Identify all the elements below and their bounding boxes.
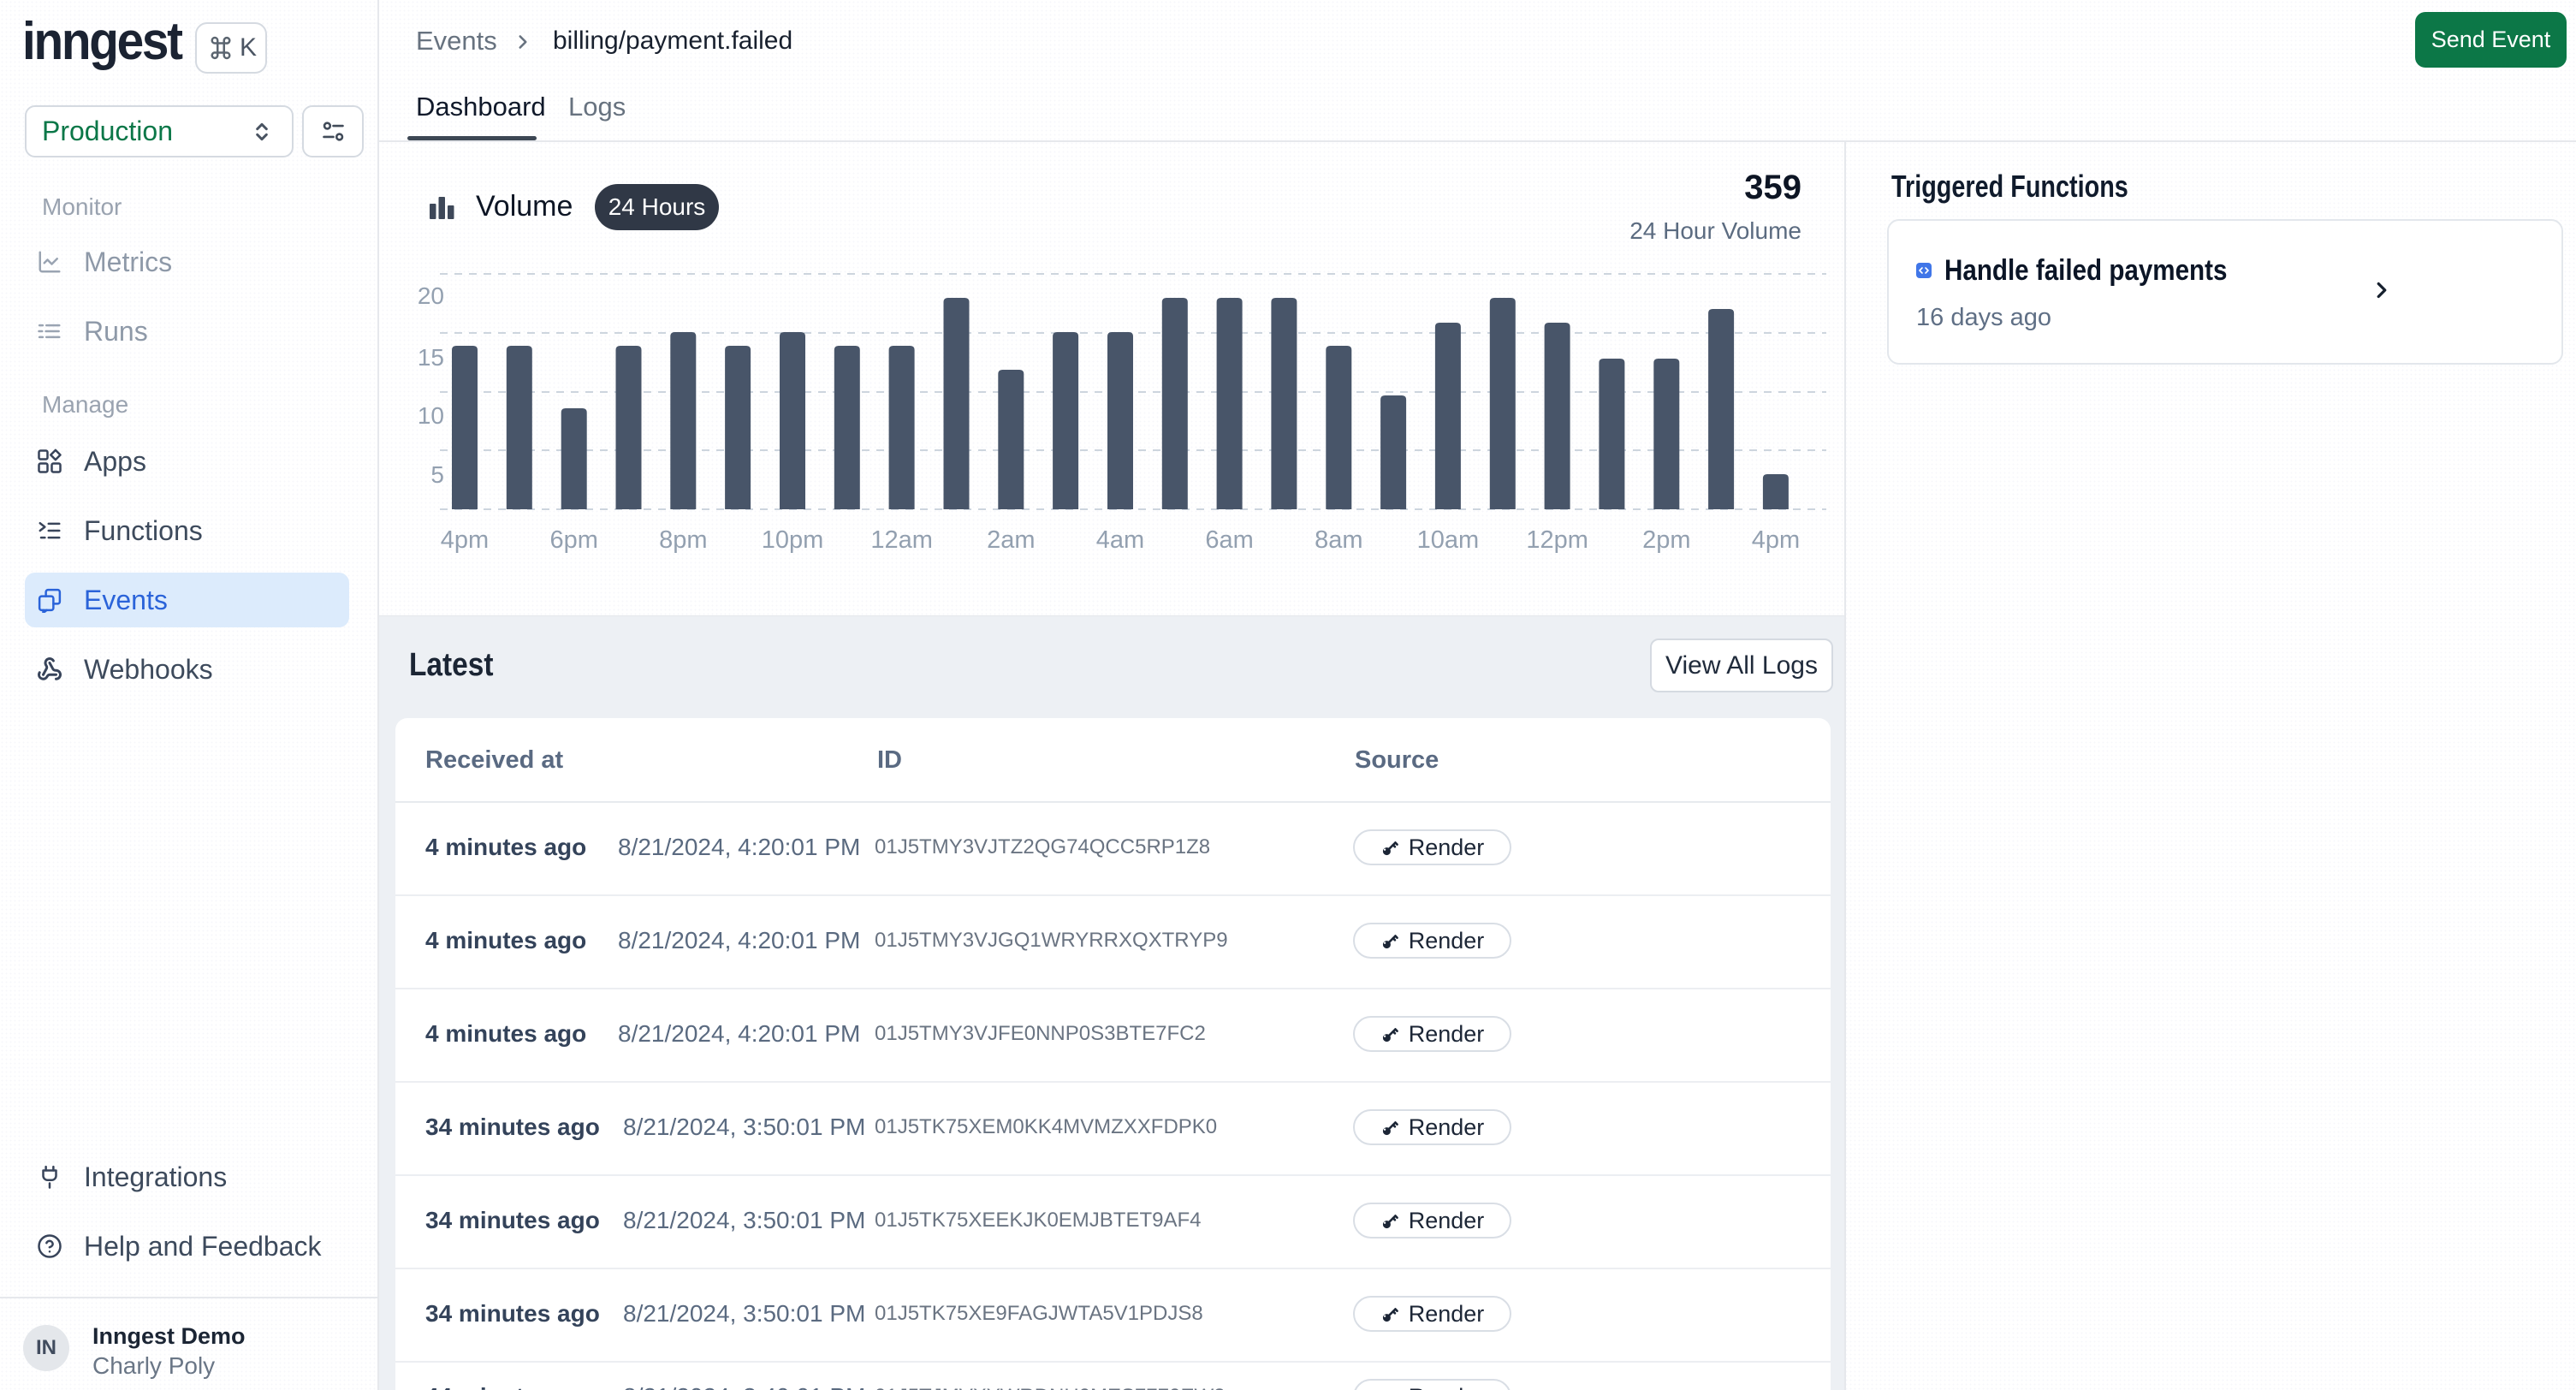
svg-text:12pm: 12pm	[1526, 526, 1588, 554]
svg-text:4pm: 4pm	[441, 526, 489, 554]
svg-text:4pm: 4pm	[1752, 526, 1800, 554]
svg-text:10am: 10am	[1417, 526, 1480, 554]
svg-text:5: 5	[430, 461, 444, 488]
svg-text:10pm: 10pm	[762, 526, 824, 554]
svg-text:12am: 12am	[870, 526, 933, 554]
svg-text:20: 20	[418, 282, 444, 309]
svg-text:2am: 2am	[987, 526, 1035, 554]
svg-text:10: 10	[418, 402, 444, 429]
svg-text:8am: 8am	[1315, 526, 1362, 554]
svg-text:6am: 6am	[1205, 526, 1253, 554]
svg-text:6pm: 6pm	[549, 526, 597, 554]
svg-text:2pm: 2pm	[1642, 526, 1690, 554]
svg-text:8pm: 8pm	[659, 526, 707, 554]
svg-text:4am: 4am	[1096, 526, 1144, 554]
svg-text:15: 15	[418, 344, 444, 371]
